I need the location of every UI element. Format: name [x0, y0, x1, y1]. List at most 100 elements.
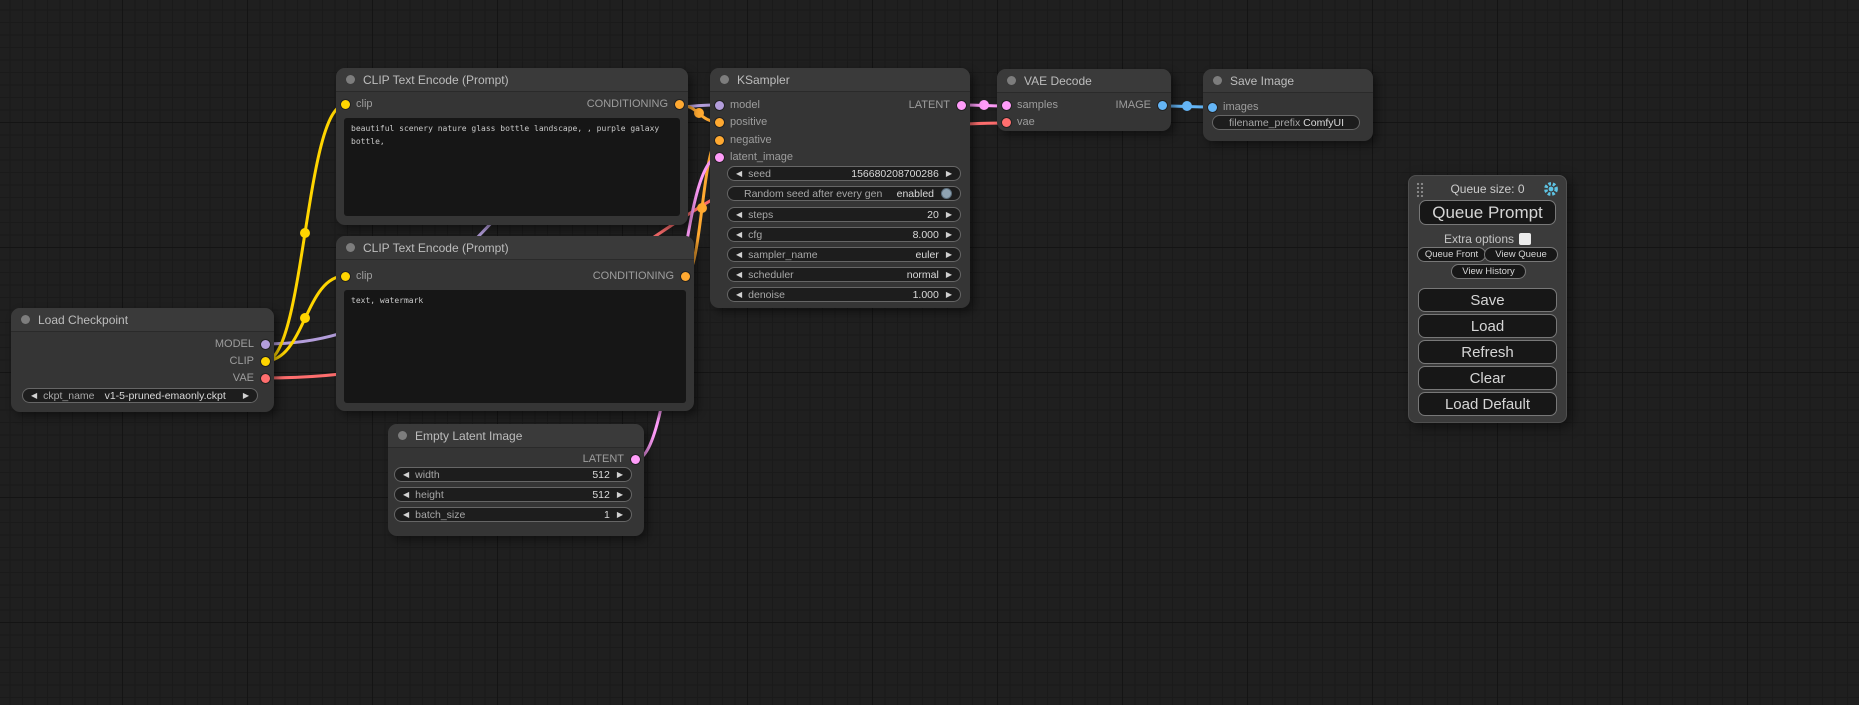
seed-widget[interactable]: ◀ seed 156680208700286 ▶: [727, 166, 961, 181]
vae-port-icon[interactable]: [1002, 118, 1011, 127]
width-widget[interactable]: ◀ width 512 ▶: [394, 467, 632, 482]
node-header[interactable]: Empty Latent Image: [388, 424, 644, 448]
clip-row: clip CONDITIONING: [336, 269, 694, 283]
decrement-arrow-icon[interactable]: ◀: [736, 251, 742, 259]
queue-prompt-button[interactable]: Queue Prompt: [1419, 200, 1556, 225]
decrement-arrow-icon[interactable]: ◀: [736, 271, 742, 279]
filename-prefix-widget[interactable]: filename_prefix ComfyUI: [1212, 115, 1360, 130]
output-clip: CLIP: [11, 354, 274, 368]
collapse-dot-icon[interactable]: [398, 431, 407, 440]
increment-arrow-icon[interactable]: ▶: [617, 511, 623, 519]
collapse-dot-icon[interactable]: [1007, 76, 1016, 85]
decrement-arrow-icon[interactable]: ◀: [31, 392, 37, 400]
node-title: CLIP Text Encode (Prompt): [363, 73, 509, 87]
vae-port-icon[interactable]: [261, 374, 270, 383]
node-title: KSampler: [737, 73, 790, 87]
latent-out-row: LATENT: [388, 452, 644, 466]
gear-icon[interactable]: [1543, 181, 1559, 197]
node-title: VAE Decode: [1024, 74, 1092, 88]
queue-front-button[interactable]: Queue Front: [1417, 247, 1486, 262]
latent-port-icon[interactable]: [631, 455, 640, 464]
view-queue-button[interactable]: View Queue: [1484, 247, 1558, 262]
refresh-button[interactable]: Refresh: [1418, 340, 1557, 364]
load-button[interactable]: Load: [1418, 314, 1557, 338]
node-vae-decode[interactable]: VAE Decode samples IMAGE vae: [997, 69, 1171, 131]
node-header[interactable]: Load Checkpoint: [11, 308, 274, 332]
decrement-arrow-icon[interactable]: ◀: [403, 471, 409, 479]
decrement-arrow-icon[interactable]: ◀: [736, 231, 742, 239]
conditioning-port-icon[interactable]: [715, 136, 724, 145]
increment-arrow-icon[interactable]: ▶: [946, 271, 952, 279]
decrement-arrow-icon[interactable]: ◀: [736, 291, 742, 299]
increment-arrow-icon[interactable]: ▶: [946, 291, 952, 299]
extra-options-checkbox[interactable]: [1519, 233, 1531, 245]
node-header[interactable]: KSampler: [710, 68, 970, 92]
collapse-dot-icon[interactable]: [720, 75, 729, 84]
batch-size-widget[interactable]: ◀ batch_size 1 ▶: [394, 507, 632, 522]
clip-port-icon[interactable]: [261, 357, 270, 366]
conditioning-port-icon[interactable]: [675, 100, 684, 109]
scheduler-widget[interactable]: ◀ scheduler normal ▶: [727, 267, 961, 282]
node-clip-text-encode-negative[interactable]: CLIP Text Encode (Prompt) clip CONDITION…: [336, 236, 694, 411]
increment-arrow-icon[interactable]: ▶: [946, 251, 952, 259]
node-header[interactable]: Save Image: [1203, 69, 1373, 93]
view-history-button[interactable]: View History: [1451, 264, 1526, 279]
increment-arrow-icon[interactable]: ▶: [946, 170, 952, 178]
collapse-dot-icon[interactable]: [346, 243, 355, 252]
negative-row: negative: [710, 133, 970, 147]
decrement-arrow-icon[interactable]: ◀: [403, 491, 409, 499]
collapse-dot-icon[interactable]: [346, 75, 355, 84]
node-title: CLIP Text Encode (Prompt): [363, 241, 509, 255]
node-header[interactable]: CLIP Text Encode (Prompt): [336, 236, 694, 260]
increment-arrow-icon[interactable]: ▶: [243, 392, 249, 400]
node-header[interactable]: VAE Decode: [997, 69, 1171, 93]
decrement-arrow-icon[interactable]: ◀: [736, 170, 742, 178]
collapse-dot-icon[interactable]: [1213, 76, 1222, 85]
node-empty-latent-image[interactable]: Empty Latent Image LATENT ◀ width 512 ▶ …: [388, 424, 644, 536]
clear-button[interactable]: Clear: [1418, 366, 1557, 390]
load-default-button[interactable]: Load Default: [1418, 392, 1557, 416]
node-ksampler[interactable]: KSampler model LATENT positive negative …: [710, 68, 970, 308]
increment-arrow-icon[interactable]: ▶: [946, 231, 952, 239]
node-load-checkpoint[interactable]: Load Checkpoint MODEL CLIP VAE ◀ ckpt_na…: [11, 308, 274, 412]
image-port-icon[interactable]: [1158, 101, 1167, 110]
conditioning-port-icon[interactable]: [715, 118, 724, 127]
increment-arrow-icon[interactable]: ▶: [617, 491, 623, 499]
save-button[interactable]: Save: [1418, 288, 1557, 312]
collapse-dot-icon[interactable]: [21, 315, 30, 324]
height-widget[interactable]: ◀ height 512 ▶: [394, 487, 632, 502]
latent-port-icon[interactable]: [715, 153, 724, 162]
output-vae: VAE: [11, 371, 274, 385]
clip-row: clip CONDITIONING: [336, 97, 688, 111]
node-header[interactable]: CLIP Text Encode (Prompt): [336, 68, 688, 92]
conditioning-port-icon[interactable]: [681, 272, 690, 281]
toggle-icon[interactable]: [941, 188, 952, 199]
node-clip-text-encode-positive[interactable]: CLIP Text Encode (Prompt) clip CONDITION…: [336, 68, 688, 225]
clip-port-icon[interactable]: [341, 272, 350, 281]
positive-row: positive: [710, 115, 970, 129]
increment-arrow-icon[interactable]: ▶: [617, 471, 623, 479]
vae-row: vae: [997, 115, 1171, 129]
increment-arrow-icon[interactable]: ▶: [946, 211, 952, 219]
ckpt-name-widget[interactable]: ◀ ckpt_name v1-5-pruned-emaonly.ckpt ▶: [22, 388, 258, 403]
prompt-textarea[interactable]: beautiful scenery nature glass bottle la…: [344, 118, 680, 216]
denoise-widget[interactable]: ◀ denoise 1.000 ▶: [727, 287, 961, 302]
sampler-name-widget[interactable]: ◀ sampler_name euler ▶: [727, 247, 961, 262]
samples-row: samples IMAGE: [997, 98, 1171, 112]
cfg-widget[interactable]: ◀ cfg 8.000 ▶: [727, 227, 961, 242]
model-port-icon[interactable]: [715, 101, 724, 110]
prompt-textarea[interactable]: text, watermark: [344, 290, 686, 403]
decrement-arrow-icon[interactable]: ◀: [736, 211, 742, 219]
clip-port-icon[interactable]: [341, 100, 350, 109]
model-port-icon[interactable]: [261, 340, 270, 349]
decrement-arrow-icon[interactable]: ◀: [403, 511, 409, 519]
image-port-icon[interactable]: [1208, 103, 1217, 112]
canvas[interactable]: Load Checkpoint MODEL CLIP VAE ◀ ckpt_na…: [0, 0, 1859, 705]
random-seed-widget[interactable]: Random seed after every gen enabled: [727, 186, 961, 201]
images-row: images: [1203, 100, 1373, 114]
model-row: model LATENT: [710, 98, 970, 112]
steps-widget[interactable]: ◀ steps 20 ▶: [727, 207, 961, 222]
node-save-image[interactable]: Save Image images filename_prefix ComfyU…: [1203, 69, 1373, 141]
latent-port-icon[interactable]: [957, 101, 966, 110]
latent-port-icon[interactable]: [1002, 101, 1011, 110]
